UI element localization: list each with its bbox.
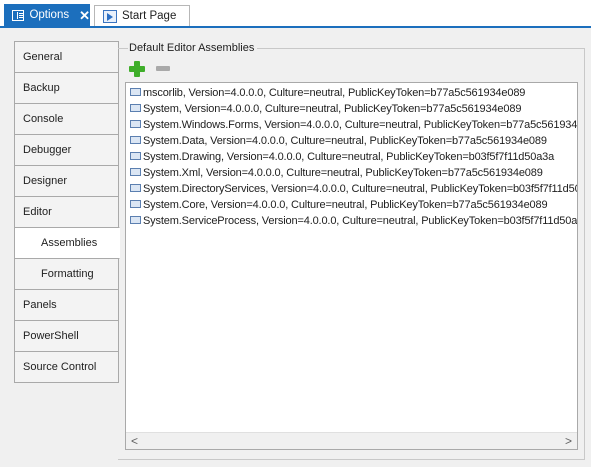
assembly-icon (130, 120, 141, 128)
assembly-name: System.ServiceProcess, Version=4.0.0.0, … (143, 215, 578, 227)
assembly-icon (130, 168, 141, 176)
nav-item-label: Assemblies (41, 237, 98, 249)
assembly-name: System, Version=4.0.0.0, Culture=neutral… (143, 103, 522, 115)
tab-options[interactable]: Options ✕ (4, 4, 90, 26)
list-item[interactable]: System.Windows.Forms, Version=4.0.0.0, C… (130, 117, 578, 133)
options-icon (12, 9, 25, 21)
assembly-icon (130, 88, 141, 96)
nav-item-backup[interactable]: Backup (14, 72, 119, 104)
nav-item-editor[interactable]: Editor (14, 196, 119, 228)
add-icon[interactable] (129, 61, 145, 77)
list-item[interactable]: System.Core, Version=4.0.0.0, Culture=ne… (130, 197, 548, 213)
tab-start-page-label: Start Page (122, 10, 177, 22)
tab-options-label: Options (29, 9, 70, 21)
assembly-name: System.Core, Version=4.0.0.0, Culture=ne… (143, 199, 548, 211)
assemblies-list[interactable]: mscorlib, Version=4.0.0.0, Culture=neutr… (125, 82, 578, 450)
list-item[interactable]: mscorlib, Version=4.0.0.0, Culture=neutr… (130, 85, 525, 101)
tab-start-page[interactable]: Start Page (94, 5, 190, 26)
nav-item-label: Debugger (23, 144, 72, 156)
nav-item-label: General (23, 51, 63, 63)
nav-item-console[interactable]: Console (14, 103, 119, 135)
nav-item-label: Panels (23, 299, 57, 311)
nav-item-label: Backup (23, 82, 60, 94)
list-item[interactable]: System.Data, Version=4.0.0.0, Culture=ne… (130, 133, 547, 149)
start-page-icon (103, 9, 117, 23)
list-item[interactable]: System.Drawing, Version=4.0.0.0, Culture… (130, 149, 554, 165)
nav-item-label: Designer (23, 175, 68, 187)
nav-item-panels[interactable]: Panels (14, 289, 119, 321)
list-item[interactable]: System.Xml, Version=4.0.0.0, Culture=neu… (130, 165, 543, 181)
assembly-icon (130, 152, 141, 160)
assembly-name: System.Windows.Forms, Version=4.0.0.0, C… (143, 119, 578, 131)
nav-item-label: Formatting (41, 268, 94, 280)
list-item[interactable]: System.DirectoryServices, Version=4.0.0.… (130, 181, 578, 197)
scroll-left-icon[interactable]: < (126, 433, 143, 449)
nav-item-label: PowerShell (23, 330, 79, 342)
nav-item-debugger[interactable]: Debugger (14, 134, 119, 166)
assembly-icon (130, 200, 141, 208)
nav-item-formatting[interactable]: Formatting (14, 258, 119, 290)
category-nav: General Backup Console Debugger Designer Edit… (14, 41, 120, 383)
assembly-name: System.Xml, Version=4.0.0.0, Culture=neu… (143, 167, 543, 179)
document-tab-strip: Options ✕ Start Page (0, 0, 591, 28)
assembly-name: System.Drawing, Version=4.0.0.0, Culture… (143, 151, 555, 163)
remove-icon[interactable] (156, 66, 170, 71)
nav-item-source-control[interactable]: Source Control (14, 351, 119, 383)
assembly-icon (130, 216, 141, 224)
group-title: Default Editor Assemblies (128, 42, 258, 54)
assembly-name: System.Data, Version=4.0.0.0, Culture=ne… (143, 135, 547, 147)
nav-item-assemblies[interactable]: Assemblies (14, 227, 120, 259)
assembly-icon (130, 104, 141, 112)
horizontal-scrollbar[interactable]: < > (126, 432, 577, 449)
assembly-icon (130, 184, 141, 192)
options-panel: General Backup Console Debugger Designer Edit… (0, 28, 591, 467)
assembly-name: mscorlib, Version=4.0.0.0, Culture=neutr… (143, 87, 526, 99)
nav-item-label: Source Control (23, 361, 97, 373)
nav-item-designer[interactable]: Designer (14, 165, 119, 197)
list-item[interactable]: System.ServiceProcess, Version=4.0.0.0, … (130, 213, 578, 229)
scroll-right-icon[interactable]: > (560, 433, 577, 449)
nav-item-label: Console (23, 113, 64, 125)
close-icon[interactable]: ✕ (79, 9, 90, 22)
list-item[interactable]: System, Version=4.0.0.0, Culture=neutral… (130, 101, 521, 117)
nav-item-label: Editor (23, 206, 52, 218)
nav-item-powershell[interactable]: PowerShell (14, 320, 119, 352)
assembly-icon (130, 136, 141, 144)
assembly-name: System.DirectoryServices, Version=4.0.0.… (143, 183, 578, 195)
nav-item-general[interactable]: General (14, 41, 119, 73)
